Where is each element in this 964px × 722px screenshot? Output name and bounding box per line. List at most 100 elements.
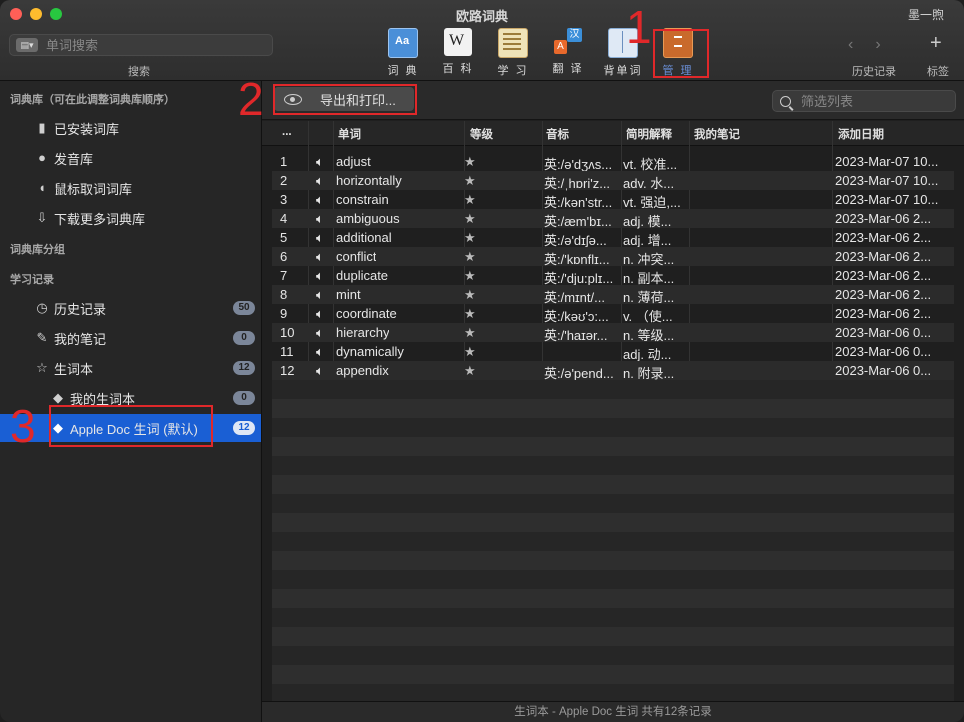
empty-row	[272, 665, 954, 684]
speaker-icon[interactable]: 🔈︎	[316, 173, 324, 189]
level-star[interactable]: ★	[464, 363, 476, 379]
table-row[interactable]: 11 🔈︎ dynamically ★ adj. 动... 2023-Mar-06 0..…	[272, 342, 954, 362]
row-word: hierarchy	[336, 325, 390, 340]
table-row[interactable]: 2 🔈︎ horizontally ★ 英:/ˌhɒri'z... adv. 水... 20…	[272, 171, 954, 191]
speaker-icon[interactable]: 🔈︎	[316, 249, 324, 265]
table-row[interactable]: 7 🔈︎ duplicate ★ 英:/'dju:plɪ... n. 副本... 2023-…	[272, 266, 954, 286]
tool-label: 背单词	[603, 65, 643, 77]
table-row[interactable]: 12 🔈︎ appendix ★ 英:/ə'pend... n. 附录... 2023-Ma…	[272, 361, 954, 381]
level-star[interactable]: ★	[464, 173, 476, 189]
sidebar-item-history[interactable]: ◷ 历史记录 50	[0, 295, 261, 321]
table-row[interactable]: 3 🔈︎ constrain ★ 英:/kən'str... vt. 强迫,... 2023…	[272, 190, 954, 210]
level-star[interactable]: ★	[464, 287, 476, 303]
level-star[interactable]: ★	[464, 344, 476, 360]
sidebar-item-mouse-lookup[interactable]: ◖ 鼠标取词词库	[0, 175, 261, 201]
row-word: mint	[336, 287, 361, 302]
count-badge: 0	[233, 331, 255, 345]
tool-dictionary[interactable]: Aa 词 典	[378, 28, 428, 78]
col-header-notes[interactable]: 我的笔记	[694, 126, 740, 142]
row-word: conflict	[336, 249, 377, 264]
annotation-box-wordbook	[49, 405, 213, 447]
table-row[interactable]: 4 🔈︎ ambiguous ★ 英:/æm'bɪ... adj. 模... 2023-Ma…	[272, 209, 954, 229]
count-badge: 0	[233, 391, 255, 405]
tool-translate[interactable]: A 汉 翻 译	[543, 28, 593, 76]
word-search-field[interactable]: ▤▾	[9, 34, 273, 56]
search-caption: 搜索	[128, 66, 150, 78]
level-star[interactable]: ★	[464, 154, 476, 170]
filter-input[interactable]	[799, 92, 953, 110]
table-row[interactable]: 5 🔈︎ additional ★ 英:/ə'dɪʃə... adj. 增... 2023-…	[272, 228, 954, 248]
row-date: 2023-Mar-06 0...	[835, 363, 932, 378]
col-header-level[interactable]: 等级	[470, 126, 493, 142]
annotation-number-1: 1	[626, 1, 652, 53]
col-header-phonetic[interactable]: 音标	[546, 126, 569, 142]
forward-arrow-icon[interactable]: ›	[875, 36, 880, 54]
row-number: 7	[280, 268, 288, 283]
speaker-icon[interactable]: 🔈︎	[316, 268, 324, 284]
sidebar-item-installed[interactable]: ▮ 已安装词库	[0, 115, 261, 141]
row-number: 1	[280, 154, 288, 169]
col-header-more[interactable]: ...	[282, 126, 292, 138]
download-arrow-icon: ⇩	[36, 210, 48, 225]
speaker-icon[interactable]: 🔈︎	[316, 230, 324, 246]
add-tag-icon[interactable]: +	[930, 32, 942, 55]
speaker-icon[interactable]: 🔈︎	[316, 211, 324, 227]
row-number: 2	[280, 173, 288, 188]
annotation-box-export	[273, 84, 417, 115]
filter-field[interactable]	[772, 90, 956, 112]
level-star[interactable]: ★	[464, 268, 476, 284]
tool-label: 词 典	[387, 65, 419, 77]
level-star[interactable]: ★	[464, 325, 476, 341]
speaker-icon[interactable]: 🔈︎	[316, 363, 324, 379]
speaker-icon[interactable]: 🔈︎	[316, 325, 324, 341]
row-date: 2023-Mar-06 2...	[835, 249, 932, 264]
search-mode-icon[interactable]: ▤▾	[16, 38, 38, 52]
table-row[interactable]: 10 🔈︎ hierarchy ★ 英:/'haɪər... n. 等级... 2023-M…	[272, 323, 954, 343]
level-star[interactable]: ★	[464, 211, 476, 227]
table-row[interactable]: 6 🔈︎ conflict ★ 英:/'kɒnflɪ... n. 冲突... 2023-Ma…	[272, 247, 954, 267]
word-search-input[interactable]	[44, 36, 248, 54]
count-badge: 12	[233, 421, 255, 435]
level-star[interactable]: ★	[464, 306, 476, 322]
row-word: dynamically	[336, 344, 404, 359]
level-star[interactable]: ★	[464, 230, 476, 246]
back-arrow-icon[interactable]: ‹	[848, 36, 853, 54]
level-star[interactable]: ★	[464, 192, 476, 208]
sidebar: 词典库（可在此调整词典库顺序） ▮ 已安装词库 ● 发音库 ◖ 鼠标取词词库 ⇩…	[0, 81, 262, 722]
row-date: 2023-Mar-06 0...	[835, 325, 932, 340]
table-row[interactable]: 8 🔈︎ mint ★ 英:/mɪnt/... n. 薄荷... 2023-Mar-06 2…	[272, 285, 954, 305]
sidebar-item-pronunciation[interactable]: ● 发音库	[0, 145, 261, 171]
row-number: 11	[280, 344, 294, 359]
speaker-icon[interactable]: 🔈︎	[316, 192, 324, 208]
sidebar-item-notes[interactable]: ✎ 我的笔记 0	[0, 325, 261, 351]
col-header-date[interactable]: 添加日期	[838, 126, 884, 142]
row-date: 2023-Mar-06 2...	[835, 268, 932, 283]
annotation-number-2: 2	[238, 73, 264, 125]
row-word: constrain	[336, 192, 389, 207]
row-number: 8	[280, 287, 288, 302]
col-header-word[interactable]: 单词	[338, 126, 361, 142]
speaker-icon[interactable]: 🔈︎	[316, 154, 324, 170]
tool-wikipedia[interactable]: W 百 科	[433, 28, 483, 76]
table-row[interactable]: 1 🔈︎ adjust ★ 英:/ə'dʒʌs... vt. 校准... 2023-Mar-…	[272, 152, 954, 172]
row-number: 12	[280, 363, 295, 378]
speaker-icon[interactable]: 🔈︎	[316, 306, 324, 322]
study-icon	[498, 28, 528, 58]
sidebar-item-label: 已安装词库	[54, 121, 120, 137]
sidebar-item-wordbook[interactable]: ☆ 生词本 12	[0, 355, 261, 381]
row-word: appendix	[336, 363, 389, 378]
sidebar-item-download[interactable]: ⇩ 下载更多词典库	[0, 205, 261, 231]
app-window: 欧路词典 墨一煦 ▤▾ 搜索 Aa 词 典 W 百 科 学 习 A 汉 翻 译	[0, 0, 964, 722]
section-study-records: 学习记录	[10, 274, 54, 286]
search-icon	[780, 95, 794, 111]
user-name[interactable]: 墨一煦	[908, 6, 944, 23]
mouse-icon: ◖	[38, 180, 46, 195]
level-star[interactable]: ★	[464, 249, 476, 265]
col-header-meaning[interactable]: 简明解释	[626, 126, 672, 142]
annotation-box-manage	[653, 29, 709, 78]
tool-study[interactable]: 学 习	[488, 28, 538, 78]
speaker-icon[interactable]: 🔈︎	[316, 287, 324, 303]
table-row[interactable]: 9 🔈︎ coordinate ★ 英:/kəʊ'ɔ:... v. （使... 2023-M…	[272, 304, 954, 324]
empty-row	[272, 399, 954, 418]
speaker-icon[interactable]: 🔈︎	[316, 344, 324, 360]
